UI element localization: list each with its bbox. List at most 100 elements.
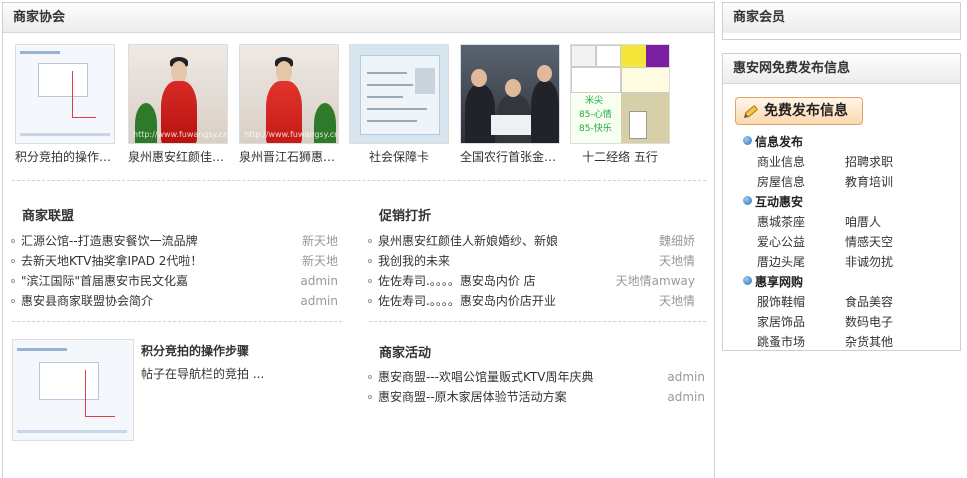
category-title-shopping[interactable]: 惠享网购 — [743, 273, 803, 290]
photo-thumbnail[interactable] — [460, 44, 560, 144]
photo-gallery: 积分竞拍的操作步骤 http://www.fuwangsy.cn 泉州惠安红颜佳… — [15, 44, 705, 169]
item-title[interactable]: 汇源公馆--打造惠安餐饮一流品牌 — [21, 234, 198, 248]
grid-cell — [621, 45, 646, 67]
photo-thumbnail[interactable]: http://www.fuwangsy.cn — [239, 44, 339, 144]
category-link[interactable]: 惠城茶座 — [757, 213, 805, 230]
category-link[interactable]: 杂货其他 — [845, 333, 893, 350]
item-title[interactable]: 泉州惠安红颜佳人新娘婚纱、新娘 — [378, 234, 558, 248]
category-link[interactable]: 招聘求职 — [845, 153, 893, 170]
photo-item[interactable]: http://www.fuwangsy.cn 泉州晋江石狮惠安婚纱 — [239, 44, 339, 165]
grid-text: 85-快乐 — [579, 124, 612, 134]
photo-thumbnail[interactable]: http://www.fuwangsy.cn — [128, 44, 228, 144]
photo-thumbnail[interactable] — [15, 44, 115, 144]
item-title[interactable]: 去新天地KTV抽奖拿IPAD 2代啦！ — [21, 254, 202, 268]
photo-caption[interactable]: 泉州晋江石狮惠安婚纱 — [239, 148, 339, 165]
feature-summary[interactable]: 帖子在导航栏的竞拍 ... — [141, 365, 264, 382]
card-line — [367, 72, 407, 74]
activity-news-list: 惠安商盟---欢唱公馆量贩式KTV周年庆典 admin 惠安商盟--原木家居体验节… — [368, 367, 705, 407]
category-link[interactable]: 数码电子 — [845, 313, 893, 330]
free-publish-button[interactable]: 免费发布信息 — [735, 97, 863, 125]
feature-thumbnail[interactable] — [12, 339, 134, 441]
category-link[interactable]: 咱厝人 — [845, 213, 881, 230]
photo-caption[interactable]: 社会保障卡 — [349, 148, 449, 165]
grid-cell — [571, 45, 596, 67]
globe-icon — [743, 196, 752, 205]
category-link[interactable]: 房屋信息 — [757, 173, 805, 190]
category-link[interactable]: 跳蚤市场 — [757, 333, 805, 350]
item-author[interactable]: admin — [667, 367, 705, 387]
category-link[interactable]: 家居饰品 — [757, 313, 805, 330]
photo-caption[interactable]: 积分竞拍的操作步骤 — [15, 148, 115, 165]
item-author[interactable]: admin — [300, 271, 338, 291]
item-title[interactable]: 惠安商盟---欢唱公馆量贩式KTV周年庆典 — [378, 370, 593, 384]
grid-cell — [571, 67, 621, 93]
list-item[interactable]: 我创我的未来 天地情 — [368, 251, 695, 271]
photo-item[interactable]: 社会保障卡 — [349, 44, 449, 165]
person-shape — [531, 81, 559, 143]
category-title-info[interactable]: 信息发布 — [743, 133, 803, 150]
category-link[interactable]: 情感天空 — [845, 233, 893, 250]
face-shape — [471, 69, 487, 87]
item-title[interactable]: 惠安商盟--原木家居体验节活动方案 — [378, 390, 567, 404]
free-publish-panel: 惠安网免费发布信息 免费发布信息 信息发布 商业信息 招聘求职 房屋信息 教育培… — [722, 53, 961, 351]
item-title[interactable]: 佐佐寿司.。。。。惠安岛内价 店 — [378, 274, 536, 288]
photo-item[interactable]: http://www.fuwangsy.cn 泉州惠安红颜佳人新娘婚纱 — [128, 44, 228, 165]
thumb-arrow-line — [85, 416, 115, 417]
category-link[interactable]: 商业信息 — [757, 153, 805, 170]
divider — [369, 321, 706, 322]
category-label: 信息发布 — [755, 135, 804, 149]
photo-caption[interactable]: 十二经络 五行 — [570, 148, 670, 165]
grid-cell — [596, 45, 621, 67]
category-link[interactable]: 厝边头尾 — [757, 253, 805, 270]
divider — [12, 180, 706, 181]
category-link[interactable]: 非诚勿扰 — [845, 253, 893, 270]
photo-thumbnail[interactable]: 米尖 85-心情 85-快乐 — [570, 44, 670, 144]
item-author[interactable]: 新天地 — [302, 231, 338, 251]
category-label: 惠享网购 — [755, 275, 804, 289]
document-shape — [491, 115, 531, 135]
list-item[interactable]: "滨江国际"首届惠安市民文化嘉 admin — [11, 271, 338, 291]
panel-title: 商家会员 — [723, 3, 960, 33]
bullet-icon — [368, 299, 372, 303]
category-link[interactable]: 服饰鞋帽 — [757, 293, 805, 310]
grid-cell — [621, 67, 669, 93]
photo-item[interactable]: 米尖 85-心情 85-快乐 十二经络 五行 — [570, 44, 670, 165]
item-author[interactable]: admin — [667, 387, 705, 407]
list-item[interactable]: 去新天地KTV抽奖拿IPAD 2代啦！ 新天地 — [11, 251, 338, 271]
item-title[interactable]: 佐佐寿司.。。。。惠安岛内价店开业 — [378, 294, 556, 308]
card-line — [367, 84, 413, 86]
alliance-news-list: 汇源公馆--打造惠安餐饮一流品牌 新天地 去新天地KTV抽奖拿IPAD 2代啦！新… — [11, 231, 338, 311]
item-author[interactable]: 天地情 — [659, 251, 695, 271]
item-author[interactable]: admin — [300, 291, 338, 311]
list-item[interactable]: 佐佐寿司.。。。。惠安岛内价店开业 天地情 — [368, 291, 695, 311]
list-item[interactable]: 泉州惠安红颜佳人新娘婚纱、新娘 魏细娇 — [368, 231, 695, 251]
item-author[interactable]: 天地情 — [659, 291, 695, 311]
item-title[interactable]: "滨江国际"首届惠安市民文化嘉 — [21, 274, 188, 288]
item-author[interactable]: 新天地 — [302, 251, 338, 271]
panel-title: 惠安网免费发布信息 — [723, 54, 960, 84]
category-link[interactable]: 食品美容 — [845, 293, 893, 310]
feature-title[interactable]: 积分竞拍的操作步骤 — [141, 342, 249, 359]
photo-item[interactable]: 全国农行首张金穗卡 — [460, 44, 560, 165]
list-item[interactable]: 惠安县商家联盟协会简介 admin — [11, 291, 338, 311]
item-title[interactable]: 惠安县商家联盟协会简介 — [21, 294, 153, 308]
item-author[interactable]: 魏细娇 — [659, 231, 695, 251]
item-title[interactable]: 我创我的未来 — [378, 254, 450, 268]
photo-caption[interactable]: 全国农行首张金穗卡 — [460, 148, 560, 165]
photo-caption[interactable]: 泉州惠安红颜佳人新娘婚纱 — [128, 148, 228, 165]
category-link[interactable]: 教育培训 — [845, 173, 893, 190]
card-line — [367, 120, 417, 122]
item-author[interactable]: 天地情amway — [616, 271, 695, 291]
category-link[interactable]: 爱心公益 — [757, 233, 805, 250]
list-item[interactable]: 惠安商盟--原木家居体验节活动方案 admin — [368, 387, 705, 407]
bullet-icon — [11, 279, 15, 283]
photo-thumbnail[interactable] — [349, 44, 449, 144]
category-title-interactive[interactable]: 互动惠安 — [743, 193, 803, 210]
list-item[interactable]: 佐佐寿司.。。。。惠安岛内价 店 天地情amway — [368, 271, 695, 291]
globe-icon — [743, 136, 752, 145]
photo-item[interactable]: 积分竞拍的操作步骤 — [15, 44, 115, 165]
face-shape — [505, 79, 521, 97]
list-item[interactable]: 惠安商盟---欢唱公馆量贩式KTV周年庆典 admin — [368, 367, 705, 387]
card-line — [367, 108, 427, 110]
list-item[interactable]: 汇源公馆--打造惠安餐饮一流品牌 新天地 — [11, 231, 338, 251]
